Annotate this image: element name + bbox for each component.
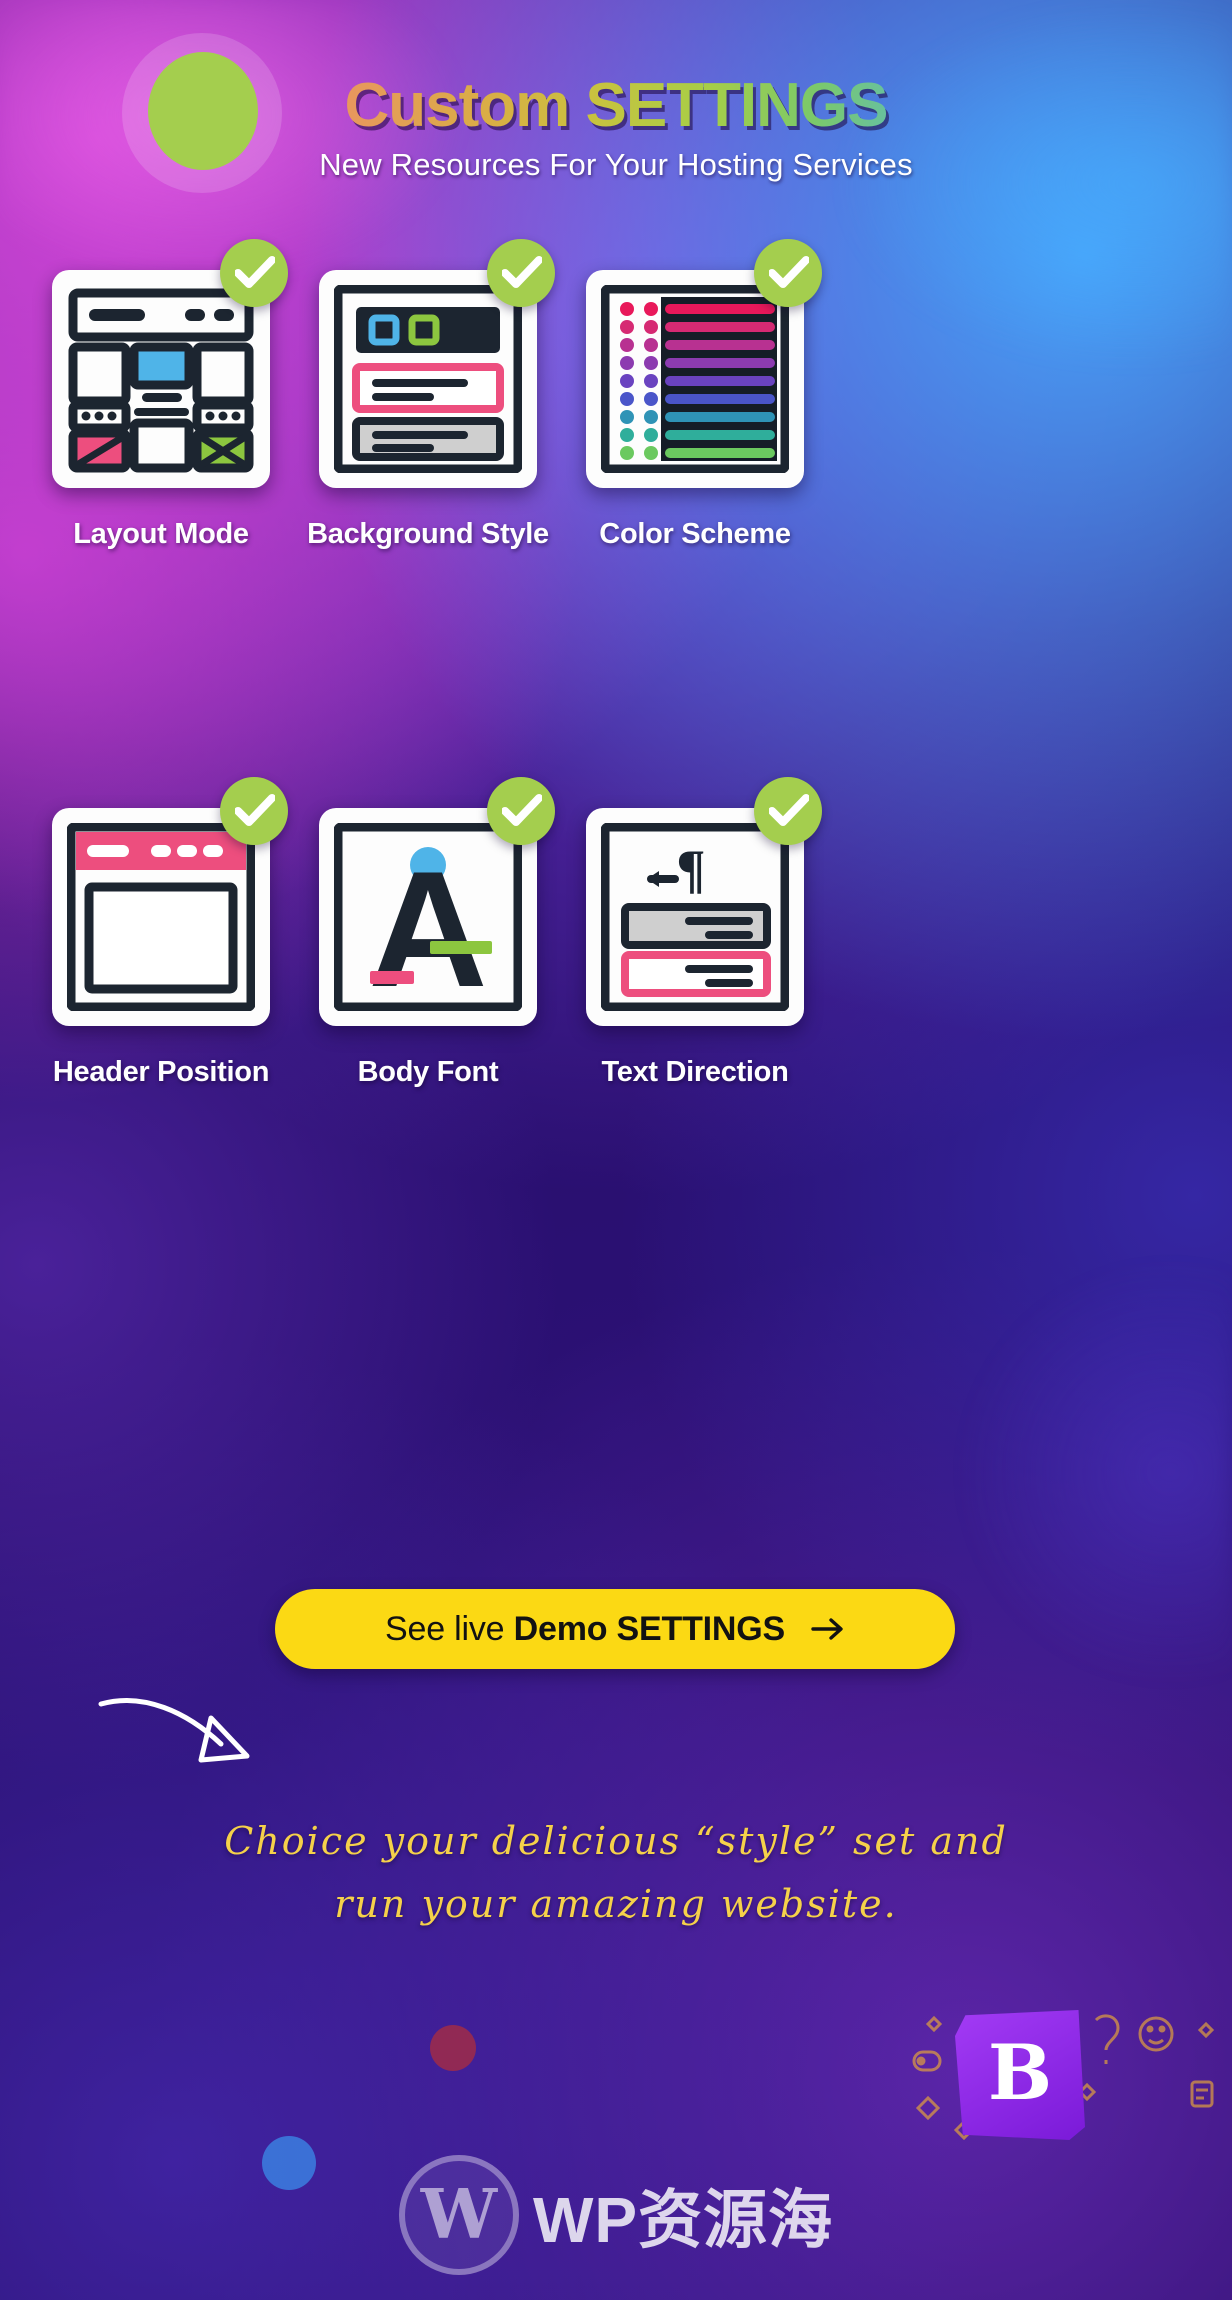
setting-card-label: Background Style bbox=[307, 518, 549, 550]
script-note-line2: run your amazing website. bbox=[334, 1881, 898, 1926]
setting-card-label: Header Position bbox=[52, 1056, 270, 1088]
script-note-line1: Choice your delicious “style” set and bbox=[224, 1819, 1008, 1863]
demo-settings-button[interactable]: See live Demo SETTINGS bbox=[275, 1589, 955, 1669]
cta-text-normal: See live bbox=[385, 1609, 514, 1648]
layout-mode-icon bbox=[67, 285, 255, 473]
setting-card-body-font[interactable]: A Body Font bbox=[278, 777, 578, 1089]
settings-row-1: Layout Mode Background Style Color Schem… bbox=[0, 239, 1232, 675]
page-title-part1: Custom bbox=[344, 71, 586, 140]
svg-text:¶: ¶ bbox=[676, 839, 705, 899]
poster-root: Custom SETTINGS New Resources For Your H… bbox=[0, 0, 1232, 2300]
setting-card-label: Text Direction bbox=[601, 1056, 789, 1088]
check-badge-icon bbox=[220, 239, 288, 307]
background-style-icon bbox=[333, 284, 523, 474]
check-badge-icon bbox=[220, 777, 288, 845]
decorative-orb-red bbox=[430, 2025, 476, 2071]
tile-wrap bbox=[319, 239, 555, 488]
setting-card-background-style[interactable]: Background Style bbox=[278, 239, 578, 551]
curved-arrow-icon bbox=[95, 1690, 275, 1785]
svg-text:A: A bbox=[368, 837, 487, 1011]
check-badge-icon bbox=[487, 239, 555, 307]
demo-settings-button-label: See live Demo SETTINGS bbox=[385, 1610, 785, 1649]
b-sticker-badge: B bbox=[955, 2010, 1085, 2140]
setting-card-header-position[interactable]: Header Position bbox=[11, 777, 311, 1089]
setting-card-label: Color Scheme bbox=[599, 518, 791, 550]
tile-wrap bbox=[52, 239, 288, 488]
color-scheme-icon bbox=[600, 284, 790, 474]
settings-grid: Layout Mode Background Style Color Schem… bbox=[0, 239, 1232, 1213]
page-title-part2: SETTINGS bbox=[585, 71, 888, 140]
b-sticker-letter: B bbox=[987, 2028, 1053, 2117]
tile-wrap bbox=[586, 239, 822, 488]
tile-wrap: A bbox=[319, 777, 555, 1026]
setting-card-text-direction[interactable]: ¶ Text Direction bbox=[545, 777, 845, 1089]
check-badge-icon bbox=[754, 777, 822, 845]
cta-text-bold: Demo SETTINGS bbox=[513, 1609, 786, 1648]
header-position-icon bbox=[66, 822, 256, 1012]
wordpress-logo-icon: W bbox=[398, 2155, 519, 2275]
check-badge-icon bbox=[487, 777, 555, 845]
check-badge-icon bbox=[754, 239, 822, 307]
page-subtitle: New Resources For Your Hosting Services bbox=[319, 147, 913, 182]
tile-wrap bbox=[52, 777, 288, 1026]
settings-row-2: Header Position A Body Font ¶ Text Direc… bbox=[0, 777, 1232, 1213]
watermark-text: WP资源海 bbox=[532, 2184, 834, 2256]
tile-wrap: ¶ bbox=[586, 777, 822, 1026]
setting-card-color-scheme[interactable]: Color Scheme bbox=[545, 239, 845, 551]
arrow-right-icon bbox=[811, 1617, 845, 1641]
text-direction-icon: ¶ bbox=[600, 822, 790, 1012]
setting-card-layout-mode[interactable]: Layout Mode bbox=[11, 239, 311, 551]
setting-card-label: Layout Mode bbox=[73, 518, 249, 550]
body-font-icon: A bbox=[333, 822, 523, 1021]
setting-card-label: Body Font bbox=[357, 1056, 499, 1088]
watermark: W WP资源海 bbox=[0, 2155, 1232, 2275]
page-title: Custom SETTINGS bbox=[0, 75, 1232, 137]
script-note: Choice your delicious “style” set and ru… bbox=[0, 1810, 1232, 1935]
